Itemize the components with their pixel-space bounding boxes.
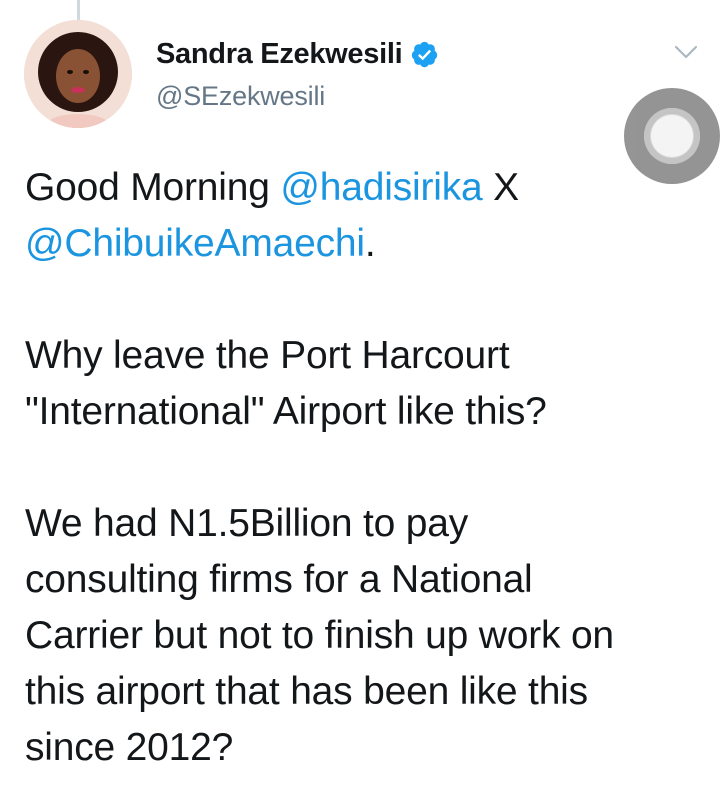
tweet-header: Sandra Ezekwesili @SEzekwesili [156,38,439,112]
mention-chibuikeamaechi[interactable]: @ChibuikeAmaechi [25,222,365,265]
tweet-paragraph-1: Good Morning @hadisirika X @ChibuikeAmaec… [25,160,715,272]
tweet-text: Good Morning @hadisirika X @ChibuikeAmaec… [25,160,715,776]
paragraph-3-line-5: since 2012? [25,726,234,769]
thread-connector-line [77,0,80,20]
assistive-touch-icon [644,108,700,164]
connector-text: X [482,166,519,209]
greeting-text: Good Morning [25,166,281,209]
user-handle[interactable]: @SEzekwesili [156,81,439,112]
tweet-paragraph-2: Why leave the Port Harcourt "Internationa… [25,328,715,440]
paragraph-2-line-1: Why leave the Port Harcourt [25,334,510,377]
tweet-paragraph-3: We had N1.5Billion to pay consulting firm… [25,496,715,776]
name-row: Sandra Ezekwesili [156,38,439,71]
avatar-image [24,20,132,128]
paragraph-3-line-1: We had N1.5Billion to pay [25,502,469,545]
chevron-down-icon[interactable] [672,38,700,66]
avatar[interactable] [24,20,132,128]
paragraph-3-line-2: consulting firms for a National [25,558,533,601]
display-name[interactable]: Sandra Ezekwesili [156,38,403,71]
mention-hadisirika[interactable]: @hadisirika [280,166,482,209]
verified-badge-icon [412,41,438,68]
paragraph-3-line-3: Carrier but not to finish up work on [25,614,614,657]
paragraph-2-line-2: "International" Airport like this? [25,390,547,433]
period-text: . [364,222,376,265]
paragraph-3-line-4: this airport that has been like this [25,670,588,713]
